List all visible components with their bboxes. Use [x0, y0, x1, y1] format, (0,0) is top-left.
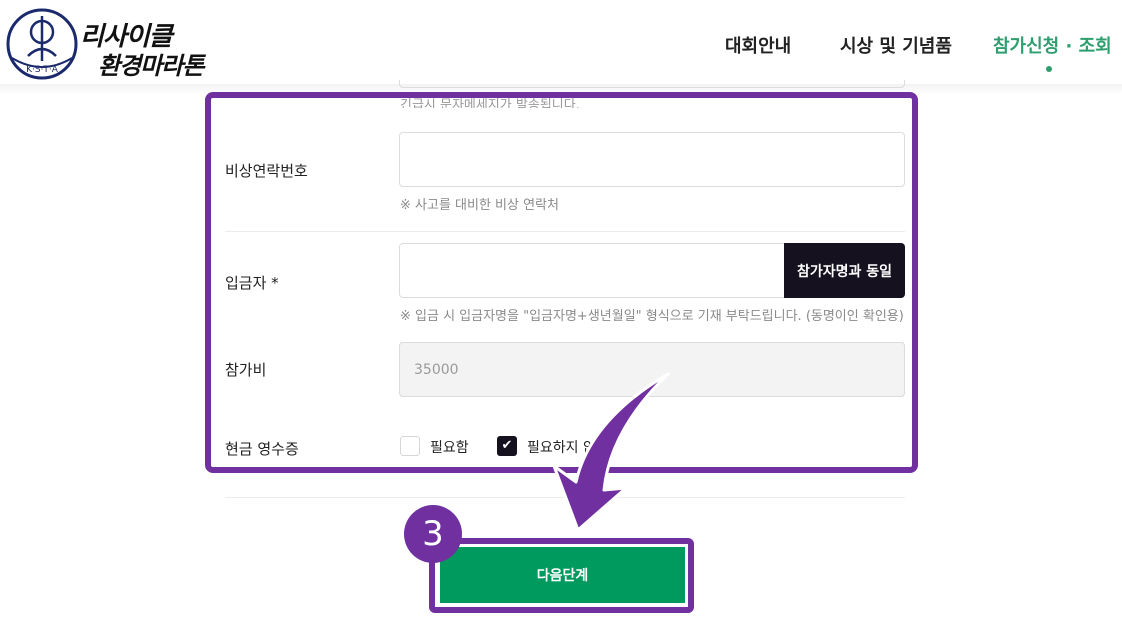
logo-mark-text: K·S·T·A: [26, 65, 59, 75]
check-icon: ✔: [501, 438, 513, 453]
row-divider: [225, 231, 905, 232]
nav-active-indicator: [1046, 66, 1052, 72]
sms-hint: 긴급시 문자메세지가 발송됩니다.: [400, 98, 580, 108]
nav-item-registration[interactable]: 참가신청 · 조회: [993, 32, 1112, 58]
cash-receipt-label: 현금 영수증: [225, 440, 299, 458]
next-step-button[interactable]: 다음단계: [440, 547, 685, 603]
logo-emblem-icon: K·S·T·A: [6, 8, 78, 80]
fee-input: [399, 342, 905, 397]
site-logo[interactable]: K·S·T·A 리사이클 환경마라톤: [4, 6, 204, 82]
depositor-hint: ※ 입금 시 입금자명을 "입금자명+생년월일" 형식으로 기재 부탁드립니다.…: [400, 309, 904, 324]
nav-item-awards[interactable]: 시상 및 기념품: [840, 32, 952, 58]
logo-text-line2: 환경마라톤: [98, 52, 204, 80]
site-header: K·S·T·A 리사이클 환경마라톤 대회안내 시상 및 기념품 참가신청 · …: [0, 0, 1122, 86]
nav-item-event-info[interactable]: 대회안내: [725, 32, 791, 58]
depositor-input[interactable]: [399, 243, 785, 298]
receipt-not-required-label[interactable]: 필요하지 않음: [527, 437, 609, 457]
emergency-contact-label: 비상연락번호: [225, 162, 308, 180]
depositor-label: 입금자 *: [225, 274, 279, 292]
fee-label: 참가비: [225, 361, 267, 379]
receipt-not-required-checkbox[interactable]: ✔: [497, 436, 517, 456]
previous-field-edge: [399, 80, 905, 88]
step-number-badge: 3: [404, 505, 462, 563]
receipt-required-label[interactable]: 필요함: [430, 437, 469, 457]
emergency-contact-hint: ※ 사고를 대비한 비상 연락처: [400, 198, 559, 213]
receipt-required-checkbox[interactable]: [400, 436, 420, 456]
same-as-participant-button[interactable]: 참가자명과 동일: [784, 243, 905, 298]
form-bottom-divider: [225, 497, 905, 498]
emergency-contact-input[interactable]: [399, 132, 905, 187]
